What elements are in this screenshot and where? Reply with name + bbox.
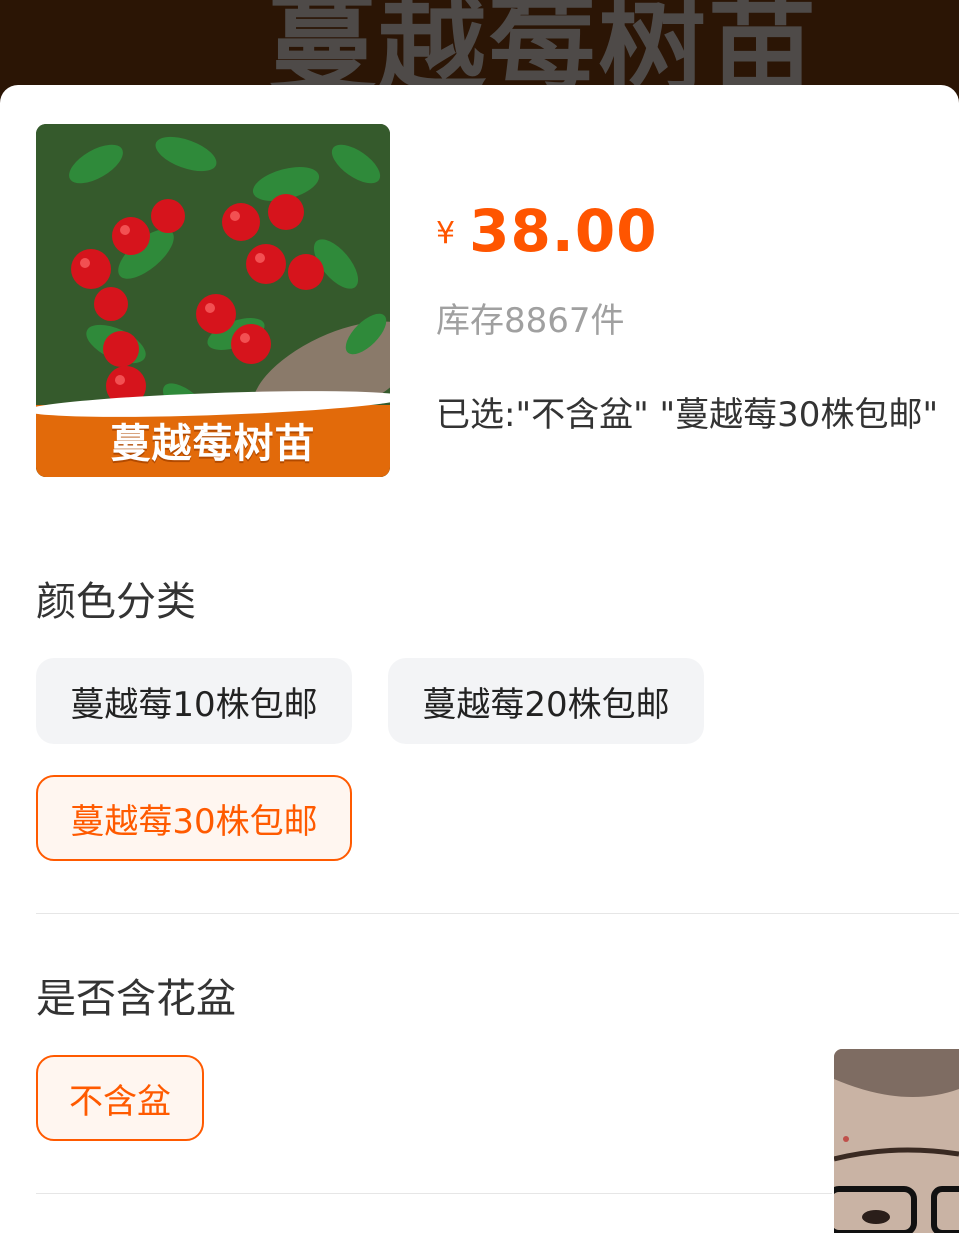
section-divider — [36, 913, 959, 914]
image-caption: 蔓越莓树苗 — [110, 421, 316, 467]
price-value: 38.00 — [469, 197, 658, 265]
color-option-10[interactable]: 蔓越莓10株包邮 — [36, 658, 352, 744]
color-option-20[interactable]: 蔓越莓20株包邮 — [388, 658, 704, 744]
pot-section-title: 是否含花盆 — [36, 976, 236, 1022]
color-option-30[interactable]: 蔓越莓30株包邮 — [36, 775, 352, 861]
currency-symbol: ¥ — [436, 216, 456, 251]
price-row: ¥38.00 — [436, 197, 658, 265]
sku-sheet: 蔓越莓树苗 ¥38.00 库存8867件 已选:"不含盆" "蔓越莓30株包邮"… — [0, 85, 959, 1233]
color-section-title: 颜色分类 — [36, 579, 196, 625]
product-image[interactable]: 蔓越莓树苗 — [36, 124, 390, 477]
camera-preview-overlay[interactable] — [834, 1049, 959, 1233]
selected-summary: 已选:"不含盆" "蔓越莓30株包邮" — [436, 395, 939, 435]
section-divider — [36, 1193, 959, 1194]
stock-count: 库存8867件 — [436, 301, 625, 341]
pot-option-no-pot[interactable]: 不含盆 — [36, 1055, 204, 1141]
face-preview — [834, 1049, 959, 1233]
